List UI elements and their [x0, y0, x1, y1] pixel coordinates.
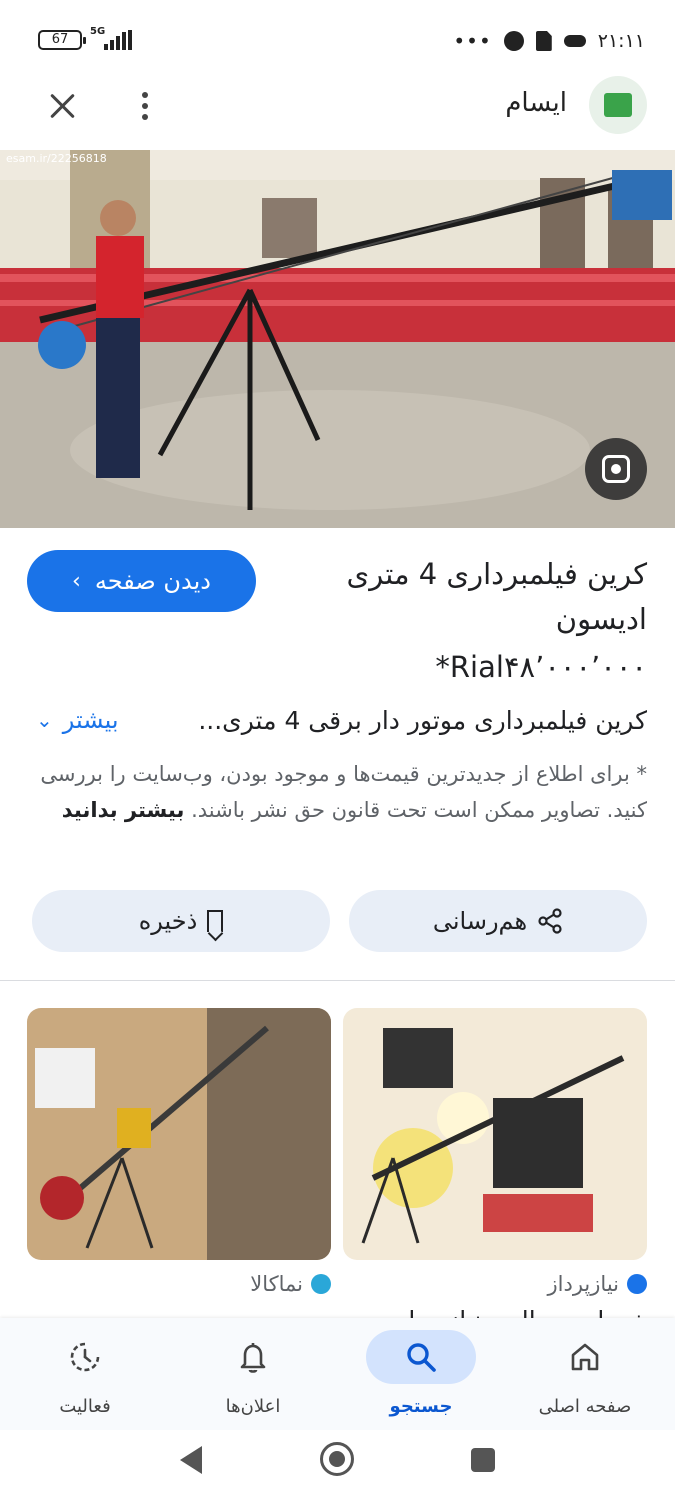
back-icon[interactable] — [180, 1446, 202, 1474]
more-notifications-icon: ••• — [453, 29, 492, 53]
related-source-name: نماکالا — [250, 1272, 303, 1296]
view-page-label: دیدن صفحه — [94, 567, 211, 595]
related-source: نیازپرداز — [343, 1272, 647, 1296]
status-right: ••• ۲۱:۱۱ — [453, 26, 645, 56]
crane-product-photo — [343, 1008, 647, 1260]
nav-notifications-label: اعلان‌ها — [225, 1396, 281, 1417]
related-source-name: نیازپرداز — [547, 1272, 619, 1296]
crane-photo — [0, 150, 675, 528]
search-icon — [407, 1343, 436, 1372]
status-bar: 67 5G ••• ۲۱:۱۱ — [0, 0, 675, 80]
result-title: کرین فیلمبرداری 4 متری ادیسون — [346, 557, 647, 636]
source-favicon-icon — [627, 1274, 647, 1294]
network-type: 5G — [90, 26, 106, 37]
signal-icon — [104, 30, 134, 50]
source-favicon-icon — [311, 1274, 331, 1294]
close-button[interactable] — [42, 86, 82, 126]
bell-icon — [240, 1343, 266, 1373]
more-options-button[interactable] — [130, 86, 160, 126]
home-circle-icon[interactable] — [320, 1442, 354, 1476]
activity-icon — [70, 1342, 100, 1372]
site-logo-icon[interactable] — [589, 76, 647, 134]
result-image[interactable]: esam.ir/22256818 — [0, 150, 675, 528]
nav-notifications[interactable]: اعلان‌ها — [169, 1318, 337, 1430]
recent-apps-icon[interactable] — [471, 1448, 495, 1472]
related-result-card[interactable]: نماکالا — [27, 1008, 331, 1306]
expand-description-button[interactable]: بیشتر ⌄ — [36, 706, 119, 734]
battery-indicator: 67 — [38, 30, 86, 50]
nav-search[interactable]: جستجو — [337, 1318, 505, 1430]
nav-search-label: جستجو — [389, 1396, 453, 1417]
share-button[interactable]: هم‌رسانی — [349, 890, 647, 952]
nav-activity-label: فعالیت — [59, 1396, 111, 1417]
related-source: نماکالا — [27, 1272, 331, 1296]
share-icon — [538, 908, 562, 934]
result-price: *Rial۴۸٬۰۰۰٬۰۰۰ — [435, 650, 647, 684]
price-disclaimer: * برای اطلاع از جدیدترین قیمت‌ها و موجود… — [27, 756, 647, 828]
lens-search-button[interactable] — [585, 438, 647, 500]
notification-doc-icon — [535, 31, 552, 51]
bookmark-icon — [207, 910, 224, 932]
nav-home[interactable]: صفحه اصلی — [501, 1318, 669, 1430]
home-icon — [571, 1343, 599, 1371]
save-button[interactable]: ذخیره — [32, 890, 330, 952]
learn-more-link[interactable]: بیشتر بدانید — [62, 798, 185, 822]
chevron-down-icon: ⌄ — [36, 708, 53, 732]
nav-home-label: صفحه اصلی — [538, 1396, 632, 1417]
image-watermark: esam.ir/22256818 — [6, 152, 107, 165]
more-label: بیشتر — [62, 706, 119, 734]
site-name[interactable]: ایسام — [505, 88, 567, 118]
nav-activity[interactable]: فعالیت — [1, 1318, 169, 1430]
result-description: کرین فیلمبرداری موتور دار برقی 4 متری... — [198, 706, 647, 735]
system-navigation — [0, 1430, 675, 1500]
chevron-right-icon: › — [72, 568, 81, 594]
bottom-navigation: صفحه اصلی جستجو اعلان‌ها ف — [0, 1318, 675, 1430]
clock: ۲۱:۱۱ — [597, 30, 645, 52]
view-page-button[interactable]: دیدن صفحه › — [27, 550, 256, 612]
crane-ad-photo — [27, 1008, 331, 1260]
save-label: ذخیره — [138, 907, 198, 935]
related-image[interactable] — [343, 1008, 647, 1260]
viewer-header: ایسام — [0, 70, 675, 146]
share-label: هم‌رسانی — [432, 907, 528, 935]
notification-circle-icon — [503, 31, 524, 51]
divider — [0, 980, 675, 981]
related-result-card[interactable]: نیازپرداز خدمات مجالس نیازپردا... — [343, 1008, 647, 1335]
game-controller-icon — [563, 35, 586, 47]
related-image[interactable] — [27, 1008, 331, 1260]
